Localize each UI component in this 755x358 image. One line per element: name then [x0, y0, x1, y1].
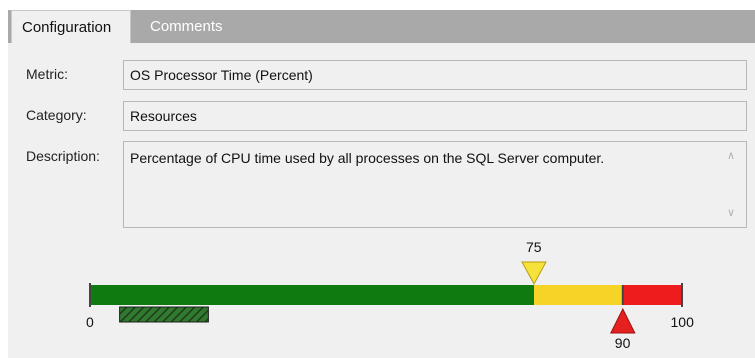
gauge-warning-segment: [534, 285, 623, 305]
warning-threshold-label: 75: [526, 239, 542, 255]
gauge-ok-segment: [90, 285, 534, 305]
gauge-max-label: 100: [670, 314, 694, 330]
baseline-range: [119, 306, 209, 323]
gauge-critical-segment: [622, 285, 682, 305]
critical-threshold-label: 90: [614, 335, 631, 351]
warning-marker[interactable]: [521, 261, 547, 286]
threshold-gauge: [89, 261, 683, 334]
gauge-min-label: 0: [86, 314, 94, 330]
critical-marker[interactable]: [609, 307, 636, 334]
